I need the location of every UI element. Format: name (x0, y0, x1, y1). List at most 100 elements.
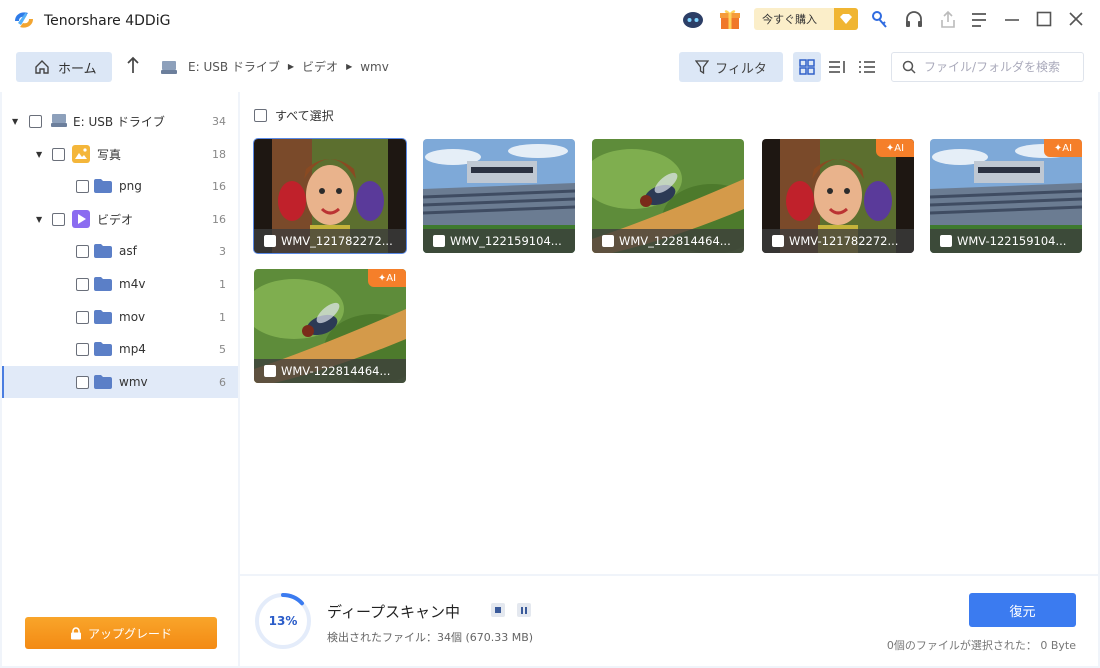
folder-icon (94, 375, 112, 389)
file-caption: WMV_122159104... (423, 229, 575, 253)
tree-item-count: 1 (219, 277, 226, 291)
tree-item-count: 34 (212, 114, 226, 128)
folder-icon (94, 277, 112, 291)
scan-status-title: ディープスキャン中 (327, 603, 461, 621)
app-title: Tenorshare 4DDiG (44, 13, 171, 29)
tree-item-label: wmv (119, 375, 148, 389)
tree-item-mov[interactable]: mov 1 (2, 301, 238, 333)
view-mode-group (793, 52, 883, 82)
menu-icon[interactable] (970, 11, 988, 33)
detail-view-button[interactable] (853, 52, 881, 82)
usb-drive-icon (161, 60, 177, 74)
tree-item-mp4[interactable]: mp4 5 (2, 333, 238, 365)
video-folder-icon (72, 210, 90, 228)
file-checkbox[interactable] (772, 235, 784, 247)
tree-checkbox[interactable] (76, 375, 89, 389)
file-thumbnail[interactable]: ✦AI WMV-121782272... (762, 139, 914, 253)
file-thumbnail[interactable]: WMV_122814464... (592, 139, 744, 253)
breadcrumb-wmv[interactable]: wmv (360, 60, 389, 74)
file-caption: WMV-121782272... (762, 229, 914, 253)
file-name: WMV_121782272... (281, 234, 393, 248)
file-caption: WMV_122814464... (592, 229, 744, 253)
select-all-checkbox[interactable] (254, 109, 267, 122)
tree-checkbox[interactable] (29, 114, 42, 128)
file-name: WMV_122814464... (619, 234, 731, 248)
list-view-button[interactable] (823, 52, 851, 82)
tree-item-wmv[interactable]: wmv 6 (2, 366, 238, 398)
search-input[interactable] (924, 60, 1074, 74)
close-icon[interactable] (1068, 11, 1084, 31)
search-icon (902, 60, 916, 74)
breadcrumb: E: USB ドライブ ▶ ビデオ ▶ wmv (160, 58, 389, 75)
tree-item-asf[interactable]: asf 3 (2, 235, 238, 267)
tree-checkbox[interactable] (52, 212, 65, 226)
tree-checkbox[interactable] (76, 277, 89, 291)
caret-down-icon[interactable]: ▼ (36, 150, 42, 159)
file-checkbox[interactable] (940, 235, 952, 247)
headset-support-icon[interactable] (904, 10, 924, 34)
caret-down-icon[interactable]: ▼ (12, 117, 18, 126)
tree-item-count: 5 (219, 342, 226, 356)
maximize-icon[interactable] (1036, 11, 1052, 31)
grid-view-icon (799, 59, 815, 75)
file-checkbox[interactable] (602, 235, 614, 247)
breadcrumb-drive[interactable]: E: USB ドライブ (188, 58, 280, 75)
tree-item-count: 1 (219, 310, 226, 324)
stop-icon[interactable] (491, 603, 505, 617)
breadcrumb-separator-icon: ▶ (287, 62, 295, 71)
file-checkbox[interactable] (264, 365, 276, 377)
tree-item-m4v[interactable]: m4v 1 (2, 268, 238, 300)
up-arrow-icon[interactable] (126, 56, 140, 78)
file-grid-panel: すべて選択 WMV_121782272... WMV_122159104... WM… (240, 92, 1098, 574)
tree-checkbox[interactable] (52, 147, 65, 161)
pause-icon[interactable] (517, 603, 531, 617)
file-thumbnail[interactable]: WMV_121782272... (253, 138, 407, 254)
scan-status-bar: 13% ディープスキャン中 検出されたファイル：34個 (670.33 MB) … (240, 576, 1098, 666)
home-icon (35, 60, 49, 74)
tree-item-count: 16 (212, 212, 226, 226)
caret-down-icon[interactable]: ▼ (36, 215, 42, 224)
file-thumbnail[interactable]: ✦AI WMV-122159104... (930, 139, 1082, 253)
filter-label: フィルタ (715, 61, 767, 77)
buy-now-button[interactable]: 今すぐ購入 (754, 8, 858, 30)
key-icon[interactable] (871, 10, 889, 34)
file-thumbnail[interactable]: WMV_122159104... (423, 139, 575, 253)
upgrade-button[interactable]: アップグレード (25, 617, 217, 649)
folder-icon (94, 342, 112, 356)
restore-label: 復元 (1009, 604, 1036, 620)
tree-item-label: mov (119, 310, 146, 324)
file-caption: WMV-122159104... (930, 229, 1082, 253)
gift-icon[interactable] (719, 8, 741, 34)
folder-icon (94, 179, 112, 193)
breadcrumb-video[interactable]: ビデオ (302, 58, 338, 75)
folder-icon (94, 310, 112, 324)
file-thumbnail[interactable]: ✦AI WMV-122814464... (254, 269, 406, 383)
select-all[interactable]: すべて選択 (254, 107, 334, 124)
tree-item-png[interactable]: png 16 (2, 170, 238, 202)
filter-button[interactable]: フィルタ (679, 52, 783, 82)
home-button[interactable]: ホーム (16, 52, 112, 82)
tree-item-count: 16 (212, 179, 226, 193)
lock-icon (70, 626, 81, 639)
restore-button[interactable]: 復元 (969, 593, 1076, 627)
tree-item-photos[interactable]: ▼ 写真 18 (2, 138, 238, 170)
file-checkbox[interactable] (433, 235, 445, 247)
tree-checkbox[interactable] (76, 179, 89, 193)
tree-item-usb-drive[interactable]: ▼ E: USB ドライブ 34 (2, 105, 238, 137)
assistant-robot-icon[interactable] (682, 10, 704, 34)
toolbar: ホーム E: USB ドライブ ▶ ビデオ ▶ wmv フィルタ (0, 40, 1100, 92)
photo-folder-icon (72, 145, 90, 163)
tree-item-video[interactable]: ▼ ビデオ 16 (2, 203, 238, 235)
minimize-icon[interactable] (1004, 11, 1020, 33)
share-export-icon[interactable] (939, 10, 957, 34)
grid-view-button[interactable] (793, 52, 821, 82)
tree-checkbox[interactable] (76, 342, 89, 356)
ai-enhance-badge: ✦AI (1044, 139, 1082, 157)
file-checkbox[interactable] (264, 235, 276, 247)
folder-icon (94, 244, 112, 258)
upgrade-label: アップグレード (87, 626, 172, 641)
tree-checkbox[interactable] (76, 310, 89, 324)
scan-progress-percent: 13% (268, 614, 298, 628)
sidebar-tree: ▼ E: USB ドライブ 34 ▼ 写真 18 png 16 ▼ ビデオ 16… (2, 92, 238, 666)
tree-checkbox[interactable] (76, 244, 89, 258)
